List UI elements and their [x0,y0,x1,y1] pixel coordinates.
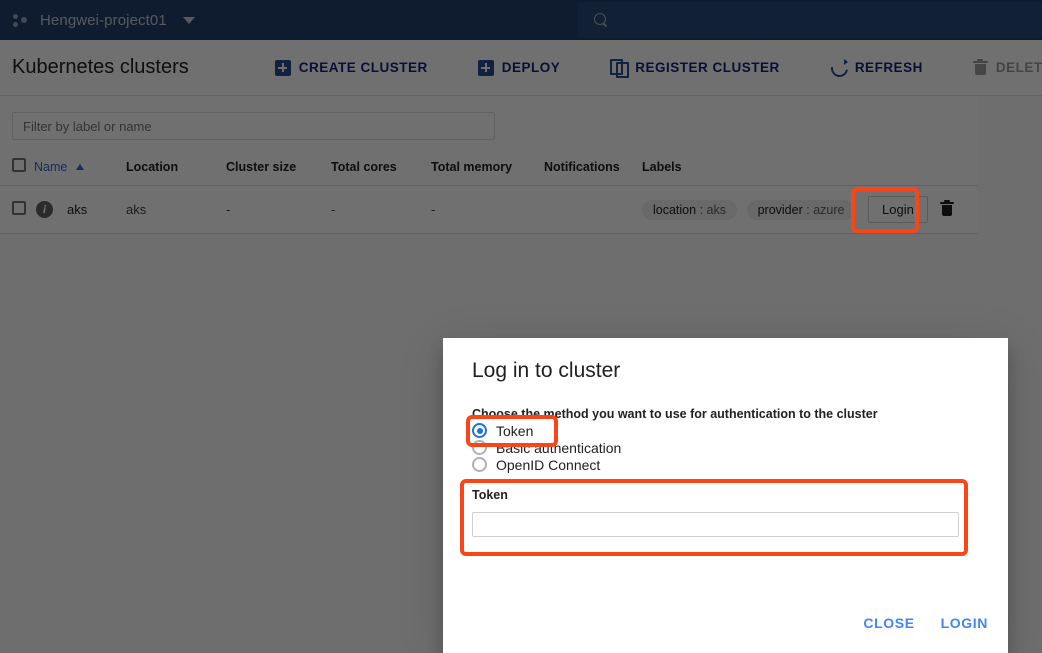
radio-option-basic-authentication[interactable]: Basic authentication [472,439,621,456]
radio-openid-label: OpenID Connect [496,456,601,473]
dialog-title: Log in to cluster [472,359,621,382]
radio-basic-auth-label: Basic authentication [496,439,622,456]
app-root: Hengwei-project01 Kubernetes clusters CR… [0,0,1042,653]
radio-token-label: Token [496,422,534,439]
token-input[interactable] [472,512,959,537]
radio-option-openid-connect[interactable]: OpenID Connect [472,456,621,473]
dialog-actions: CLOSE LOGIN [863,615,988,631]
radio-token-indicator[interactable] [472,423,487,438]
login-dialog: Log in to cluster Choose the method you … [443,338,1008,653]
radio-openid-indicator[interactable] [472,457,487,472]
radio-basic-auth-indicator[interactable] [472,440,487,455]
dialog-description: Choose the method you want to use for au… [472,407,878,421]
token-section: Token [472,488,980,537]
login-button[interactable]: LOGIN [941,615,988,631]
close-button[interactable]: CLOSE [863,615,914,631]
auth-method-radio-group: Token Basic authentication OpenID Connec… [472,422,621,473]
token-field-label: Token [472,488,508,502]
radio-option-token[interactable]: Token [472,422,621,439]
